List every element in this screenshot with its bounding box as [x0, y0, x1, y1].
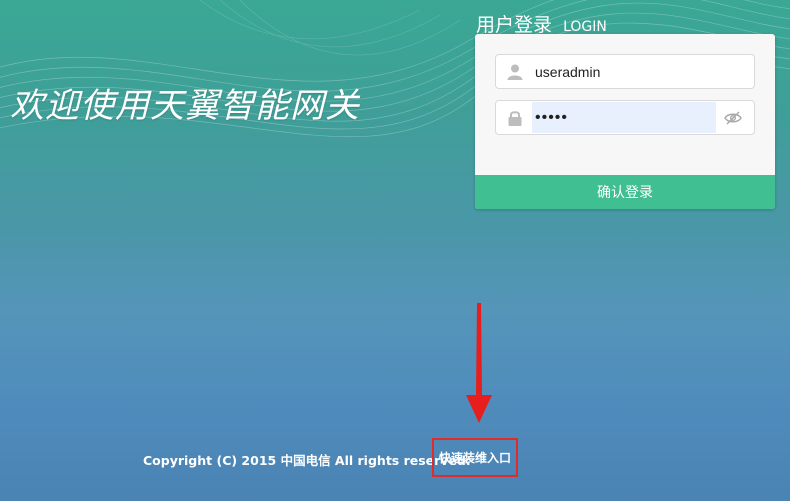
username-input[interactable]	[532, 56, 753, 87]
annotation-arrow	[466, 303, 492, 423]
copyright-text: Copyright (C) 2015 中国电信 All rights reser…	[143, 453, 471, 468]
login-title-cn: 用户登录	[476, 14, 553, 36]
login-submit-button[interactable]: 确认登录	[475, 175, 775, 209]
eye-slash-icon[interactable]	[724, 110, 742, 126]
password-field[interactable]	[495, 100, 755, 135]
login-panel: 确认登录	[475, 34, 775, 209]
quick-maintenance-link[interactable]: 快速装维入口	[432, 438, 518, 477]
user-icon	[506, 63, 524, 81]
username-field[interactable]	[495, 54, 755, 89]
login-title-en: LOGIN	[563, 19, 607, 35]
login-header: 用户登录 LOGIN	[476, 10, 607, 37]
welcome-title: 欢迎使用天翼智能网关	[10, 86, 360, 126]
lock-icon	[506, 109, 524, 127]
password-input[interactable]	[532, 102, 718, 133]
